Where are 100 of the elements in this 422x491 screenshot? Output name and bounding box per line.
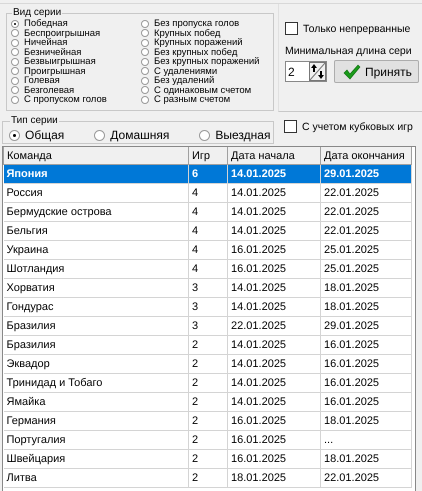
- radio-button[interactable]: [94, 130, 106, 140]
- radio-label[interactable]: Без крупных побед: [154, 48, 238, 57]
- table-row[interactable]: Бермудские острова 4 14.01.2025 22.01.2025: [4, 202, 412, 222]
- table-cell: 4: [188, 240, 228, 260]
- table-row[interactable]: Швейцария 2 16.01.2025 18.01.2025: [4, 450, 412, 468]
- table-cell: Швейцария: [4, 450, 188, 468]
- table-row[interactable]: Япония 6 14.01.2025 29.01.2025: [4, 164, 412, 184]
- radio-button[interactable]: [11, 86, 19, 94]
- radio-label[interactable]: Проигрышная: [24, 66, 86, 76]
- checkbox-label[interactable]: С учетом кубковых игр: [302, 120, 413, 132]
- table-cell: 16.01.2025: [320, 374, 412, 392]
- radio-label[interactable]: С одинаковым счетом: [154, 86, 252, 95]
- radio-button[interactable]: [141, 96, 149, 104]
- radio-label[interactable]: Безвыигрышная: [24, 57, 96, 66]
- table-cell: 16.01.2025: [228, 450, 320, 468]
- column-header[interactable]: Дата окончания: [320, 147, 412, 164]
- table-row[interactable]: Бразилия 3 22.01.2025 29.01.2025: [4, 316, 412, 336]
- table-row[interactable]: Португалия 2 16.01.2025 ...: [4, 430, 412, 450]
- table-row[interactable]: Украина 4 16.01.2025 25.01.2025: [4, 240, 412, 260]
- radio-button[interactable]: [11, 29, 19, 38]
- radio-button[interactable]: [11, 76, 19, 85]
- radio-label[interactable]: Общая: [25, 128, 64, 142]
- radio-button[interactable]: [11, 67, 19, 76]
- table-cell: Ямайка: [4, 392, 188, 412]
- radio-label[interactable]: С удалениями: [154, 66, 218, 76]
- group-title: Тип серии: [10, 116, 59, 126]
- radio-button[interactable]: [141, 76, 149, 85]
- spin-arrows-icon[interactable]: [309, 62, 326, 81]
- spin-field[interactable]: 2: [285, 61, 327, 82]
- radio-label[interactable]: Выездная: [215, 128, 270, 142]
- table-cell: 22.01.2025: [320, 222, 412, 240]
- radio-label[interactable]: Безголевая: [24, 86, 74, 95]
- table-cell: 14.01.2025: [228, 184, 320, 202]
- table-cell: 16.01.2025: [228, 430, 320, 450]
- table-row[interactable]: Шотландия 4 16.01.2025 25.01.2025: [4, 260, 412, 278]
- radio-label[interactable]: Без удалений: [154, 76, 214, 86]
- radio-button[interactable]: [141, 58, 149, 66]
- radio-button[interactable]: [141, 48, 149, 56]
- radio-label[interactable]: Домашняя: [110, 128, 170, 142]
- radio-label[interactable]: С пропуском голов: [24, 95, 107, 104]
- table-cell: 18.01.2025: [320, 278, 412, 298]
- checkbox[interactable]: [285, 22, 298, 35]
- radio-button[interactable]: [141, 20, 149, 28]
- table-cell: 3: [188, 278, 228, 298]
- checkbox[interactable]: [284, 120, 297, 133]
- table-cell: Германия: [4, 412, 188, 430]
- table-cell: 16.01.2025: [228, 240, 320, 260]
- table-row[interactable]: Бельгия 4 14.01.2025 22.01.2025: [4, 222, 412, 240]
- radio-label[interactable]: С разным счетом: [154, 95, 230, 104]
- table-cell: 29.01.2025: [320, 316, 412, 336]
- table-row[interactable]: Тринидад и Тобаго 2 14.01.2025 16.01.2025: [4, 374, 412, 392]
- radio-label[interactable]: Голевая: [24, 76, 60, 86]
- radio-button[interactable]: [141, 38, 149, 47]
- table-cell: Россия: [4, 184, 188, 202]
- radio-label[interactable]: Крупных побед: [154, 28, 220, 38]
- table-cell: 2: [188, 468, 228, 488]
- table-cell: Гондурас: [4, 298, 188, 316]
- radio-button[interactable]: [11, 38, 19, 47]
- table-row[interactable]: Литва 2 18.01.2025 22.01.2025: [4, 468, 412, 488]
- table-row[interactable]: Германия 2 16.01.2025 18.01.2025: [4, 412, 412, 430]
- table-cell: Бельгия: [4, 222, 188, 240]
- radio-label[interactable]: Без пропуска голов: [154, 19, 240, 28]
- table-row[interactable]: Ямайка 2 14.01.2025 16.01.2025: [4, 392, 412, 412]
- radio-label[interactable]: Беспроигрышная: [24, 28, 100, 38]
- table-cell: 18.01.2025: [320, 298, 412, 316]
- table-row[interactable]: Бразилия 2 14.01.2025 16.01.2025: [4, 336, 412, 354]
- radio-button[interactable]: [141, 86, 149, 94]
- table-cell: 22.01.2025: [320, 184, 412, 202]
- column-header[interactable]: Игр: [188, 147, 228, 164]
- column-header[interactable]: Дата начала: [228, 147, 320, 164]
- table-cell: 14.01.2025: [228, 164, 320, 184]
- table-cell: 2: [188, 336, 228, 354]
- radio-label[interactable]: Победная: [24, 19, 68, 28]
- table-cell: Украина: [4, 240, 188, 260]
- radio-button[interactable]: [199, 130, 210, 140]
- radio-button[interactable]: [11, 48, 19, 56]
- table-cell: 22.01.2025: [320, 202, 412, 222]
- table-cell: 3: [188, 316, 228, 336]
- radio-button[interactable]: [141, 67, 149, 76]
- apply-button[interactable]: Принять: [334, 60, 419, 83]
- radio-label[interactable]: Ничейная: [24, 38, 68, 48]
- table-row[interactable]: Эквадор 2 14.01.2025 16.01.2025: [4, 354, 412, 374]
- radio-button[interactable]: [9, 130, 20, 140]
- table-cell: 14.01.2025: [228, 354, 320, 374]
- radio-label[interactable]: Без крупных поражений: [154, 57, 260, 66]
- radio-label[interactable]: Крупных поражений: [154, 38, 243, 48]
- table-cell: Литва: [4, 468, 188, 488]
- radio-button[interactable]: [11, 96, 19, 104]
- table-row[interactable]: Хорватия 3 14.01.2025 18.01.2025: [4, 278, 412, 298]
- column-header[interactable]: Команда: [4, 147, 188, 164]
- table-cell: 4: [188, 222, 228, 240]
- table-row[interactable]: Гондурас 3 14.01.2025 18.01.2025: [4, 298, 412, 316]
- radio-button[interactable]: [141, 29, 149, 38]
- table-cell: 16.01.2025: [320, 392, 412, 412]
- table-cell: 2: [188, 354, 228, 374]
- radio-button[interactable]: [11, 58, 19, 66]
- table-row[interactable]: Россия 4 14.01.2025 22.01.2025: [4, 184, 412, 202]
- radio-label[interactable]: Безничейная: [24, 48, 82, 57]
- radio-button[interactable]: [11, 20, 19, 28]
- checkbox-label[interactable]: Только непрерванные: [303, 22, 410, 34]
